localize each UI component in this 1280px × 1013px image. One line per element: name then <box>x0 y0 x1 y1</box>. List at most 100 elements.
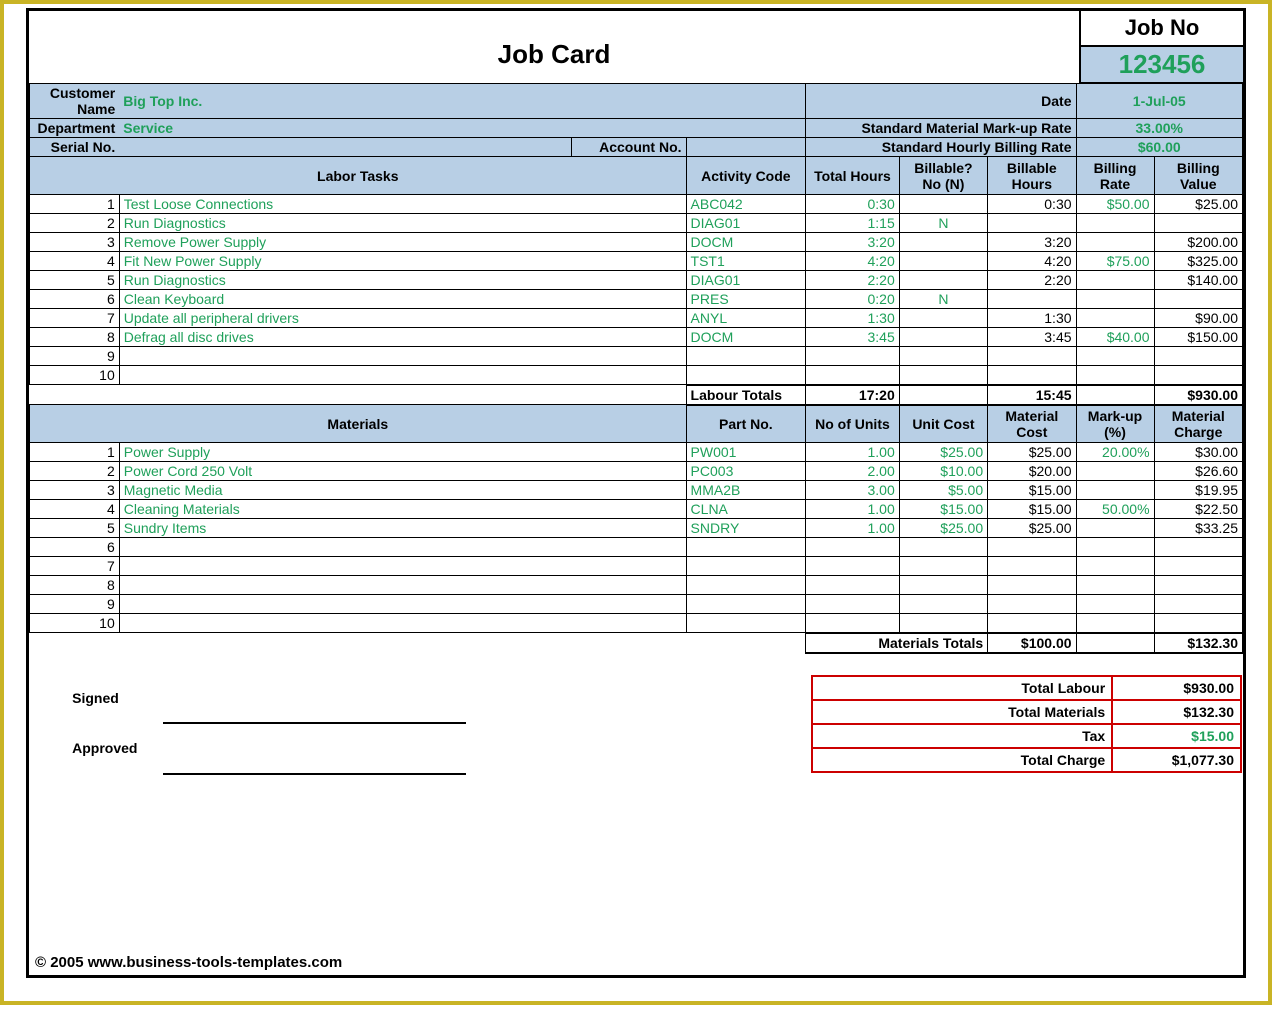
material-name[interactable]: Cleaning Materials <box>119 500 686 519</box>
billable-flag[interactable] <box>899 252 987 271</box>
part-no[interactable] <box>686 538 806 557</box>
billing-rate[interactable] <box>1076 233 1154 252</box>
part-no[interactable]: PC003 <box>686 462 806 481</box>
total-hours[interactable]: 0:20 <box>806 290 900 309</box>
total-hours[interactable]: 2:20 <box>806 271 900 290</box>
material-name[interactable]: Sundry Items <box>119 519 686 538</box>
billing-rate[interactable] <box>1076 366 1154 385</box>
activity-code[interactable] <box>686 347 806 366</box>
markup-pct[interactable] <box>1076 576 1154 595</box>
activity-code[interactable]: DOCM <box>686 233 806 252</box>
part-no[interactable]: CLNA <box>686 500 806 519</box>
part-no[interactable]: SNDRY <box>686 519 806 538</box>
labor-task[interactable]: Test Loose Connections <box>119 195 686 214</box>
billing-rate[interactable] <box>1076 271 1154 290</box>
no-of-units[interactable]: 3.00 <box>806 481 900 500</box>
material-name[interactable] <box>119 538 686 557</box>
part-no[interactable]: MMA2B <box>686 481 806 500</box>
markup-pct[interactable]: 50.00% <box>1076 500 1154 519</box>
unit-cost[interactable] <box>899 614 987 633</box>
billable-flag[interactable] <box>899 366 987 385</box>
markup-pct[interactable] <box>1076 462 1154 481</box>
material-name[interactable] <box>119 595 686 614</box>
no-of-units[interactable]: 1.00 <box>806 443 900 462</box>
serial-value[interactable] <box>119 138 571 157</box>
activity-code[interactable]: DOCM <box>686 328 806 347</box>
unit-cost[interactable] <box>899 576 987 595</box>
labor-task[interactable]: Fit New Power Supply <box>119 252 686 271</box>
material-name[interactable] <box>119 576 686 595</box>
part-no[interactable] <box>686 576 806 595</box>
activity-code[interactable]: DIAG01 <box>686 271 806 290</box>
labor-task[interactable] <box>119 347 686 366</box>
labor-task[interactable]: Clean Keyboard <box>119 290 686 309</box>
unit-cost[interactable] <box>899 557 987 576</box>
tax-value[interactable]: $15.00 <box>1112 724 1241 748</box>
billing-rate[interactable]: $75.00 <box>1076 252 1154 271</box>
material-name[interactable] <box>119 614 686 633</box>
markup-pct[interactable] <box>1076 538 1154 557</box>
material-name[interactable]: Power Supply <box>119 443 686 462</box>
billable-flag[interactable] <box>899 271 987 290</box>
labor-task[interactable]: Remove Power Supply <box>119 233 686 252</box>
billable-flag[interactable] <box>899 328 987 347</box>
activity-code[interactable]: DIAG01 <box>686 214 806 233</box>
billable-flag[interactable] <box>899 347 987 366</box>
total-hours[interactable] <box>806 366 900 385</box>
billing-rate[interactable]: $50.00 <box>1076 195 1154 214</box>
labor-task[interactable] <box>119 366 686 385</box>
unit-cost[interactable]: $10.00 <box>899 462 987 481</box>
unit-cost[interactable]: $15.00 <box>899 500 987 519</box>
billing-rate[interactable]: $40.00 <box>1076 328 1154 347</box>
billing-rate[interactable] <box>1076 347 1154 366</box>
part-no[interactable] <box>686 614 806 633</box>
billable-flag[interactable] <box>899 195 987 214</box>
job-number-value[interactable]: 123456 <box>1081 47 1243 82</box>
unit-cost[interactable] <box>899 538 987 557</box>
total-hours[interactable]: 1:30 <box>806 309 900 328</box>
billable-flag[interactable] <box>899 309 987 328</box>
activity-code[interactable]: ABC042 <box>686 195 806 214</box>
date-value[interactable]: 1-Jul-05 <box>1076 84 1242 119</box>
approved-line[interactable] <box>163 723 466 774</box>
material-name[interactable] <box>119 557 686 576</box>
markup-pct[interactable] <box>1076 481 1154 500</box>
total-hours[interactable]: 3:20 <box>806 233 900 252</box>
no-of-units[interactable] <box>806 595 900 614</box>
unit-cost[interactable]: $25.00 <box>899 519 987 538</box>
no-of-units[interactable]: 1.00 <box>806 500 900 519</box>
activity-code[interactable]: PRES <box>686 290 806 309</box>
unit-cost[interactable]: $5.00 <box>899 481 987 500</box>
account-value[interactable] <box>686 138 806 157</box>
activity-code[interactable]: TST1 <box>686 252 806 271</box>
signed-line[interactable] <box>163 674 466 723</box>
no-of-units[interactable] <box>806 576 900 595</box>
part-no[interactable] <box>686 595 806 614</box>
no-of-units[interactable] <box>806 557 900 576</box>
billing-rate[interactable] <box>1076 309 1154 328</box>
labor-task[interactable]: Update all peripheral drivers <box>119 309 686 328</box>
billable-flag[interactable] <box>899 233 987 252</box>
material-name[interactable]: Power Cord 250 Volt <box>119 462 686 481</box>
billing-rate[interactable] <box>1076 214 1154 233</box>
part-no[interactable]: PW001 <box>686 443 806 462</box>
total-hours[interactable] <box>806 347 900 366</box>
customer-name-value[interactable]: Big Top Inc. <box>119 84 805 119</box>
billable-flag[interactable]: N <box>899 214 987 233</box>
labor-task[interactable]: Run Diagnostics <box>119 214 686 233</box>
unit-cost[interactable] <box>899 595 987 614</box>
markup-pct[interactable] <box>1076 614 1154 633</box>
total-hours[interactable]: 4:20 <box>806 252 900 271</box>
no-of-units[interactable]: 1.00 <box>806 519 900 538</box>
no-of-units[interactable] <box>806 614 900 633</box>
labor-task[interactable]: Run Diagnostics <box>119 271 686 290</box>
markup-pct[interactable] <box>1076 557 1154 576</box>
no-of-units[interactable]: 2.00 <box>806 462 900 481</box>
material-name[interactable]: Magnetic Media <box>119 481 686 500</box>
markup-value[interactable]: 33.00% <box>1076 119 1242 138</box>
total-hours[interactable]: 1:15 <box>806 214 900 233</box>
total-hours[interactable]: 3:45 <box>806 328 900 347</box>
labor-task[interactable]: Defrag all disc drives <box>119 328 686 347</box>
markup-pct[interactable] <box>1076 519 1154 538</box>
total-hours[interactable]: 0:30 <box>806 195 900 214</box>
